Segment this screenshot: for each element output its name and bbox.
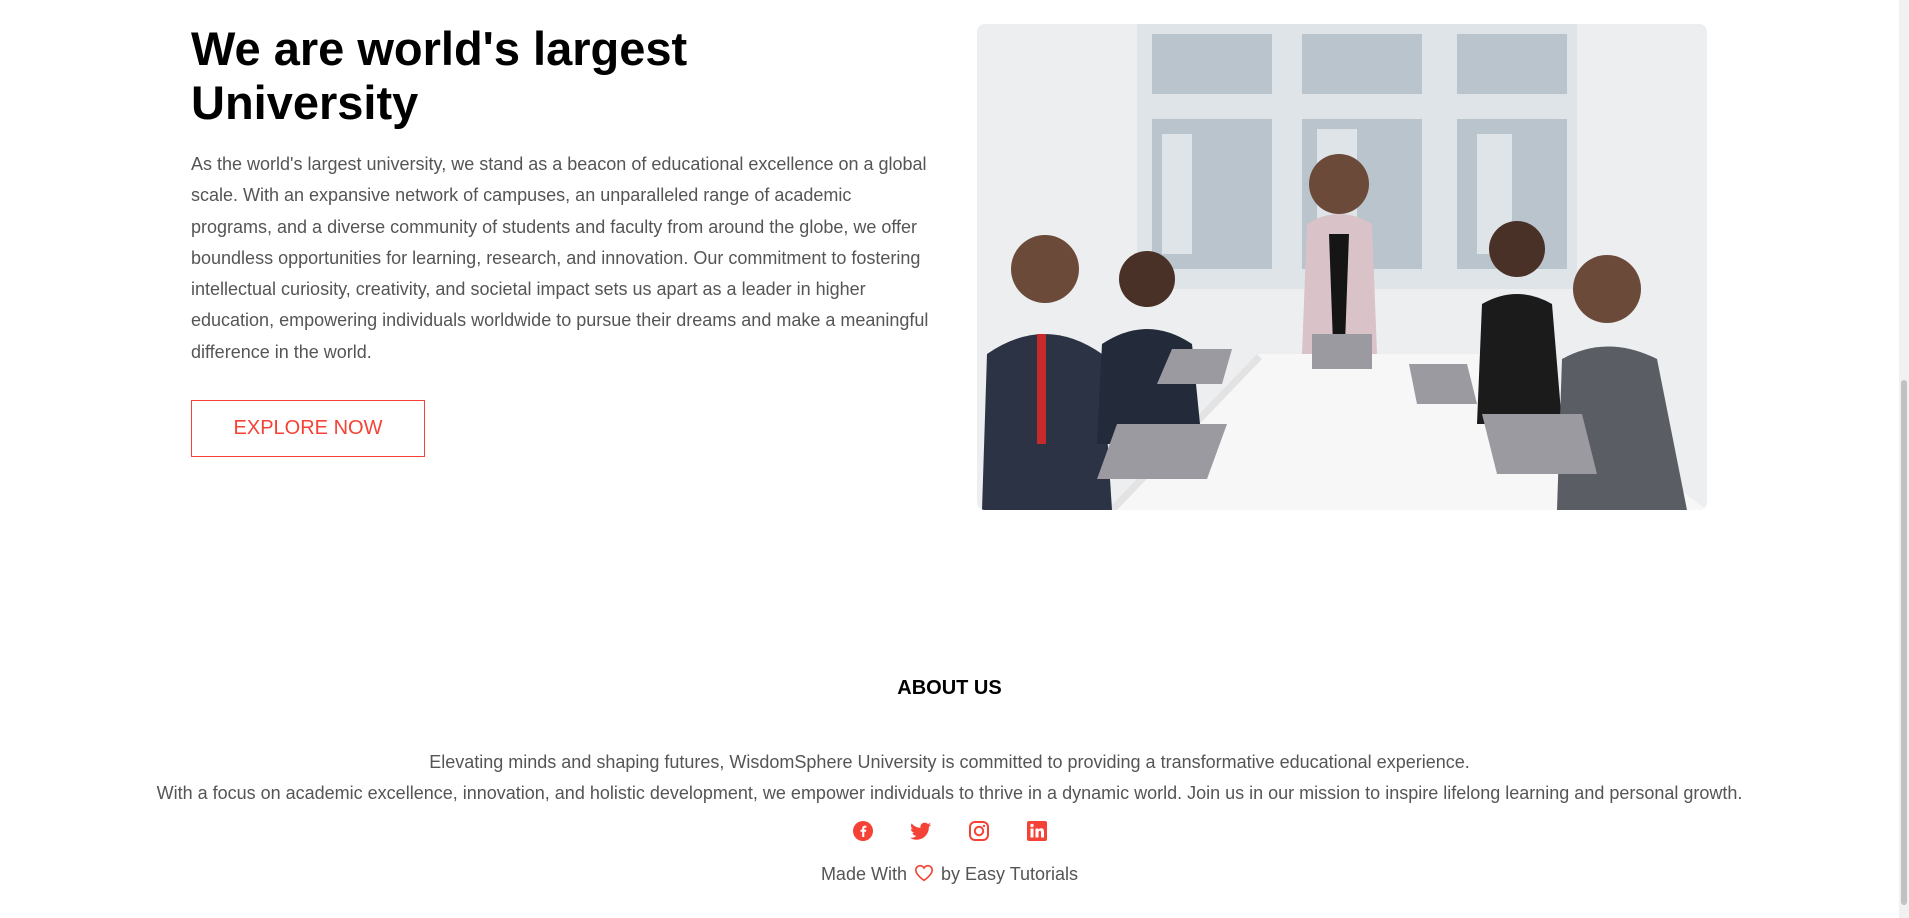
scrollbar-thumb[interactable] [1901,380,1907,905]
meeting-team-photo [977,24,1707,510]
social-links [0,820,1899,842]
instagram-icon[interactable] [968,820,990,842]
about-text-line-2: With a focus on academic excellence, inn… [156,783,1743,803]
twitter-icon[interactable] [909,820,932,842]
made-with-credit: Made With by Easy Tutorials [0,864,1899,887]
hero-title: We are world's largest University [191,22,688,129]
linkedin-icon[interactable] [1026,820,1048,842]
vertical-scrollbar[interactable] [1899,0,1909,918]
facebook-icon[interactable] [852,820,874,842]
explore-now-button[interactable]: EXPLORE NOW [191,400,425,457]
about-text-line-1: Elevating minds and shaping futures, Wis… [429,752,1470,772]
about-us-title: ABOUT US [897,677,1002,699]
hero-description: As the world's largest university, we st… [191,154,929,362]
by-easy-tutorials: by Easy Tutorials [941,864,1079,884]
made-with-label: Made With [820,864,907,884]
heart-icon [914,864,934,887]
